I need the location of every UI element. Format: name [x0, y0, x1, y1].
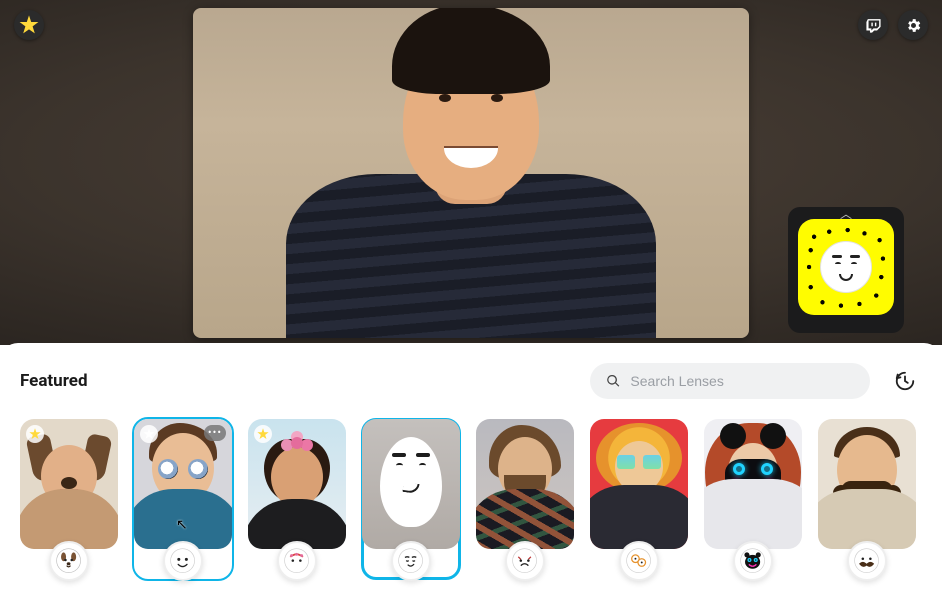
lens-carousel[interactable]: ••• ↖ — [20, 419, 922, 583]
lens-card-dog[interactable] — [20, 419, 118, 579]
lens-avatar-icon — [505, 541, 545, 581]
lens-thumbnail — [476, 419, 574, 549]
lens-avatar-icon — [49, 541, 89, 581]
lens-card-cartoon-face[interactable] — [362, 419, 460, 579]
top-right-controls — [858, 10, 928, 40]
favorite-badge[interactable] — [26, 425, 44, 443]
cursor-icon: ↖ — [176, 517, 188, 533]
lens-card-lion[interactable] — [590, 419, 688, 579]
lens-avatar-icon — [847, 541, 887, 581]
settings-button[interactable] — [898, 10, 928, 40]
lens-avatar-icon — [391, 541, 431, 581]
lens-thumbnail — [248, 419, 346, 549]
lens-thumbnail — [20, 419, 118, 549]
lens-card-big-eyes[interactable]: ••• ↖ — [134, 419, 232, 579]
history-button[interactable] — [888, 364, 922, 398]
star-icon — [257, 428, 269, 440]
twitch-button[interactable] — [858, 10, 888, 40]
lens-avatar-icon — [733, 541, 773, 581]
lens-thumbnail — [704, 419, 802, 549]
favorite-badge[interactable] — [254, 425, 272, 443]
twitch-icon — [865, 17, 882, 34]
snapcode — [798, 219, 894, 315]
camera-stage: ︿ — [0, 0, 942, 345]
lens-card-tropical[interactable] — [476, 419, 574, 579]
section-title: Featured — [20, 371, 88, 391]
lens-thumbnail: ••• ↖ — [134, 419, 232, 549]
lens-panel: Featured — [0, 343, 942, 610]
favorites-button[interactable] — [14, 10, 44, 40]
history-icon — [894, 370, 916, 392]
gear-icon — [905, 17, 922, 34]
search-icon — [606, 373, 620, 389]
lens-card-mustache[interactable] — [818, 419, 916, 579]
lens-card-flower-crown[interactable] — [248, 419, 346, 579]
star-icon — [29, 428, 41, 440]
lens-avatar-icon — [277, 541, 317, 581]
camera-subject — [286, 54, 656, 338]
lens-card-neon-bear[interactable] — [704, 419, 802, 579]
favorite-badge[interactable] — [140, 425, 158, 443]
lens-thumbnail — [818, 419, 916, 549]
search-input[interactable] — [630, 373, 854, 389]
search-field[interactable] — [590, 363, 870, 399]
star-outline-icon — [143, 428, 155, 440]
panel-header: Featured — [20, 363, 922, 399]
lens-thumbnail — [362, 419, 460, 549]
more-options-button[interactable]: ••• — [204, 425, 226, 441]
star-icon — [19, 15, 39, 35]
camera-preview — [193, 8, 749, 338]
snapcode-face-icon — [820, 241, 872, 293]
lens-thumbnail — [590, 419, 688, 549]
lens-avatar-icon — [619, 541, 659, 581]
app-root: ︿ Featured — [0, 0, 942, 610]
lens-avatar-icon — [163, 541, 203, 581]
snapcode-panel[interactable]: ︿ — [788, 207, 904, 333]
